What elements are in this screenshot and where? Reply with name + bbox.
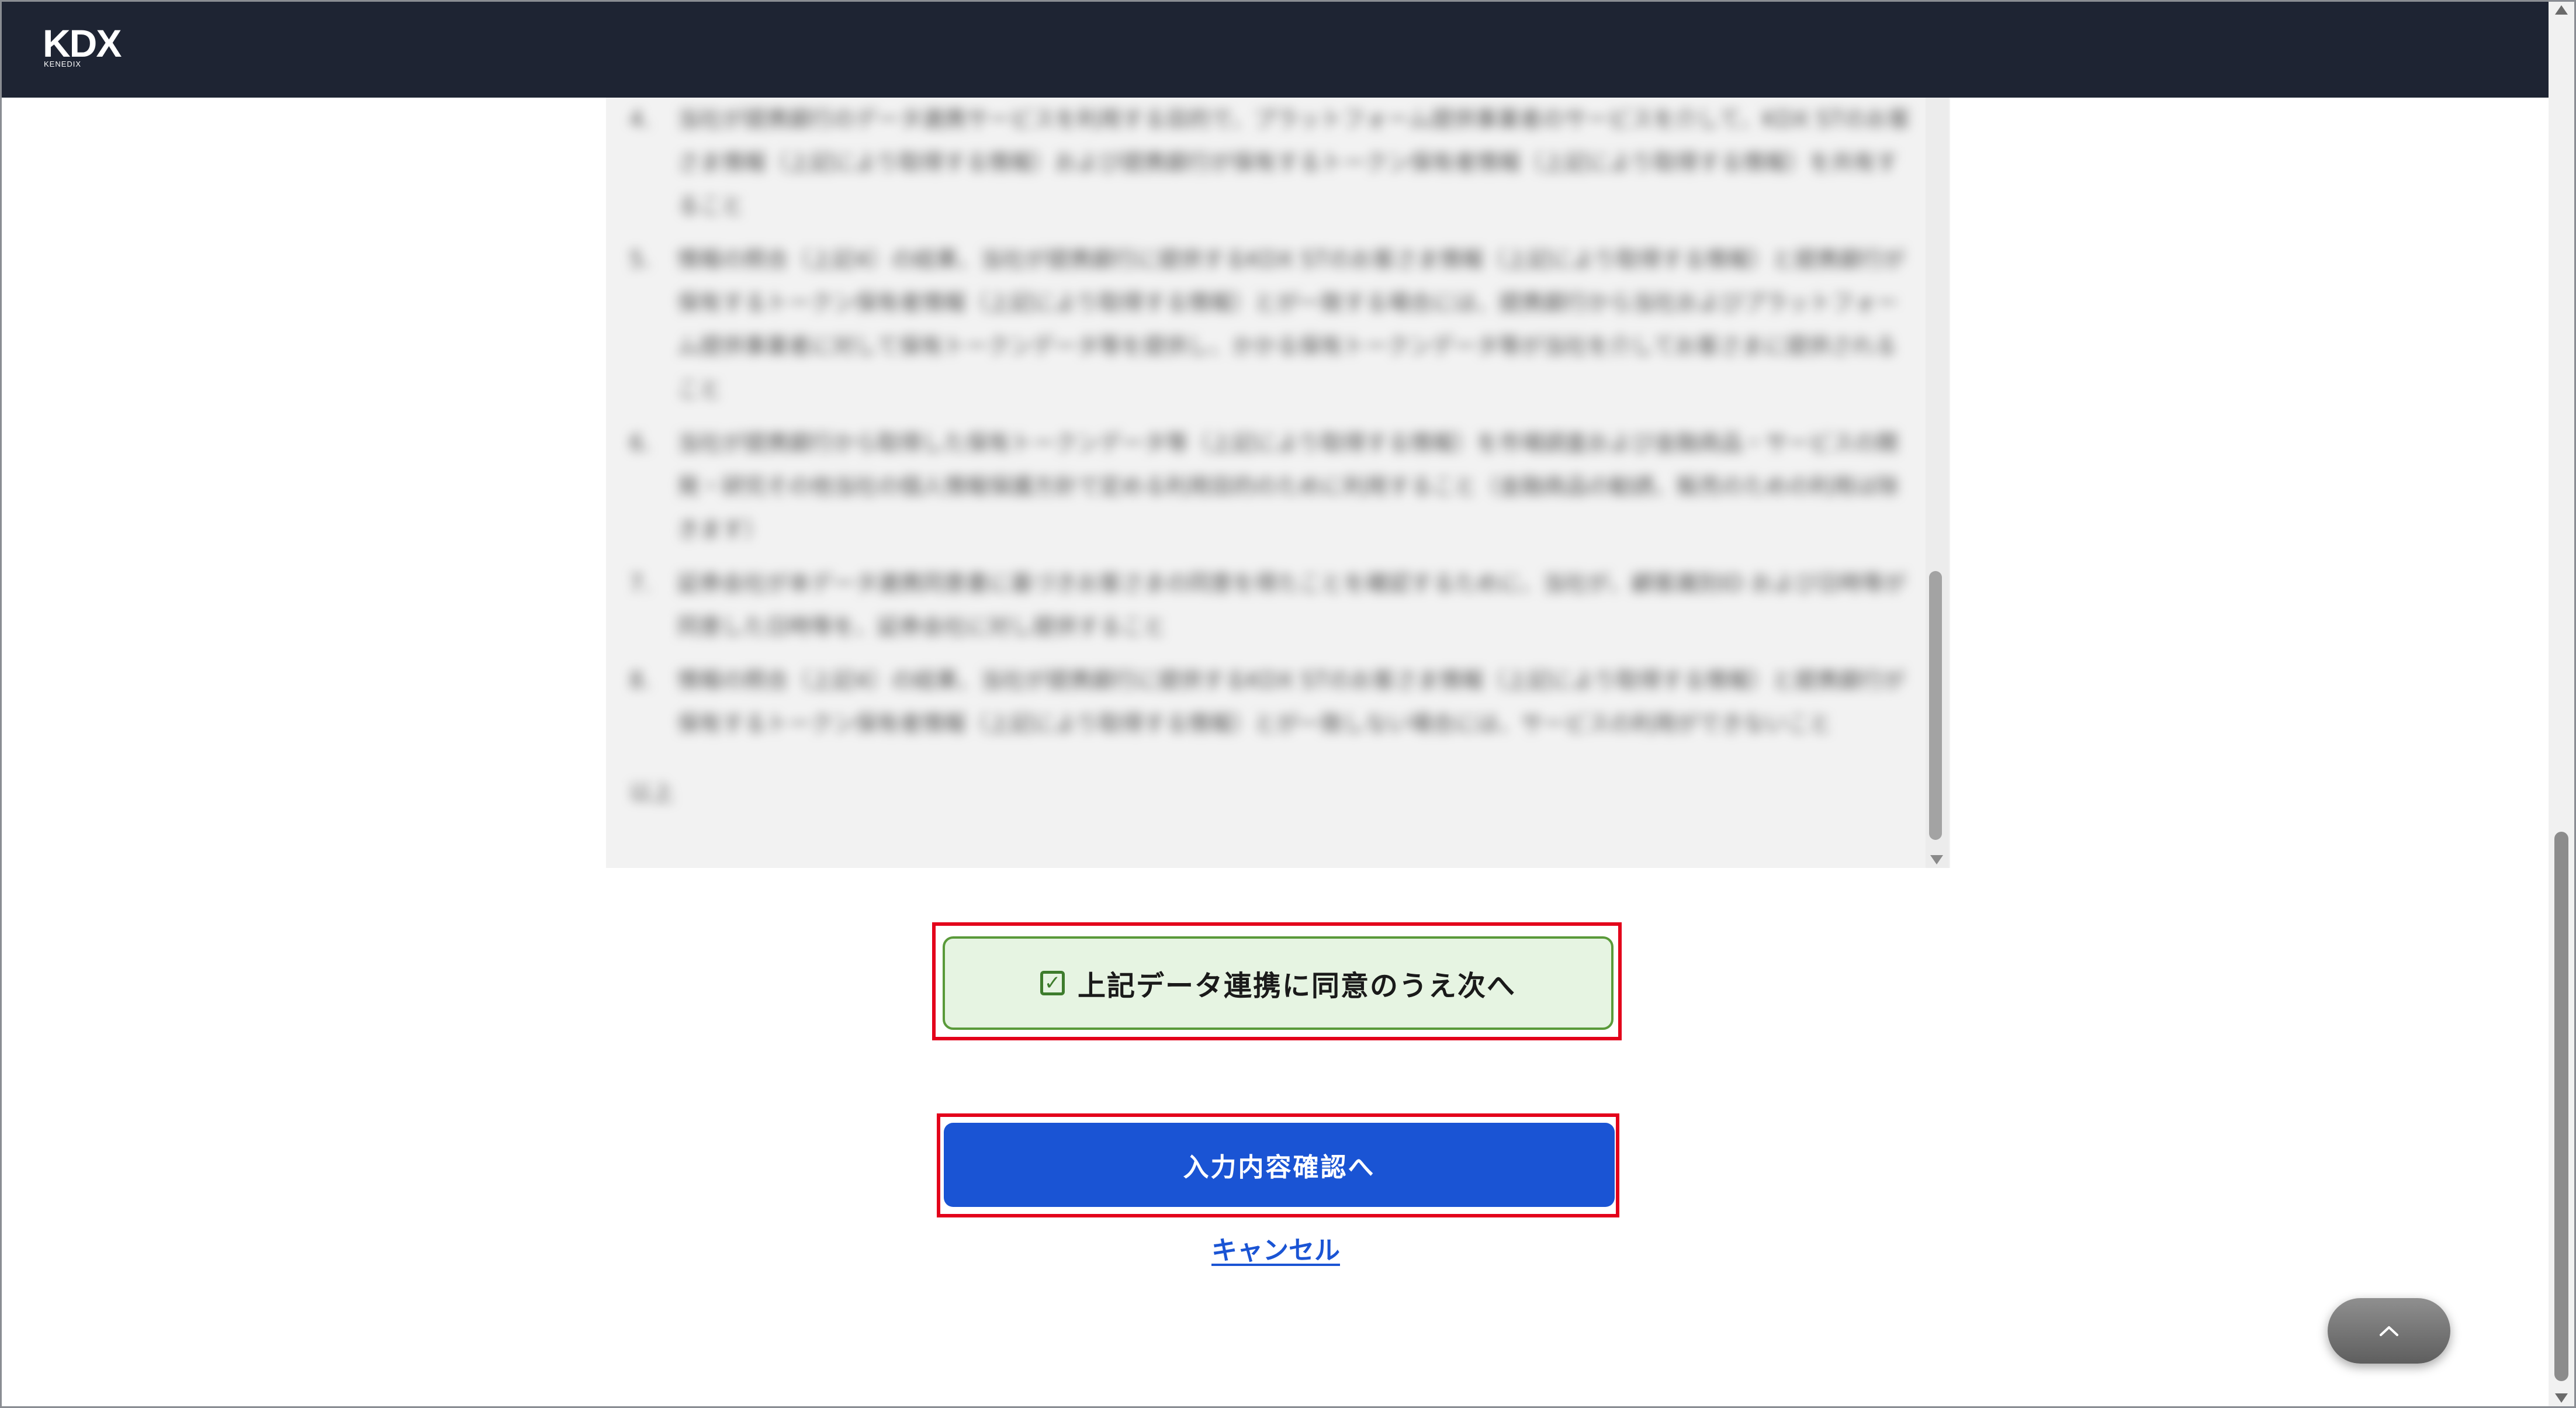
- scroll-up-arrow-icon[interactable]: [2555, 5, 2568, 15]
- page-top-button[interactable]: [2328, 1298, 2450, 1364]
- terms-item: 4. 当社が提携銀行のデータ連携サービスを利用する目的で、プラットフォーム提供事…: [629, 98, 1915, 227]
- terms-item-number: 6.: [629, 430, 651, 456]
- scroll-down-arrow-icon[interactable]: [1930, 855, 1943, 864]
- kdx-logo[interactable]: KDX KENEDIX: [43, 22, 122, 68]
- terms-content: 4. 当社が提携銀行のデータ連携サービスを利用する目的で、プラットフォーム提供事…: [629, 98, 1915, 814]
- terms-item: 5. 情報の照合（上記4）の結果、当社が提携銀行に提供するKDX STのお客さま…: [629, 238, 1915, 411]
- agree-next-button[interactable]: ✓ 上記データ連携に同意のうえ次へ: [943, 936, 1614, 1030]
- agree-button-label: 上記データ連携に同意のうえ次へ: [1077, 970, 1516, 1002]
- chevron-up-icon: [2380, 1326, 2398, 1336]
- logo-text: KDX: [43, 22, 122, 65]
- terms-item-number: 7.: [629, 570, 651, 596]
- terms-item-text: 当社が提携銀行から取得した保有トークンデータ等（上記により取得する情報）を市場調…: [677, 430, 1899, 542]
- checkbox-checked-icon[interactable]: ✓: [1040, 971, 1065, 995]
- terms-scroll-box[interactable]: 4. 当社が提携銀行のデータ連携サービスを利用する目的で、プラットフォーム提供事…: [606, 98, 1950, 868]
- terms-item-text: 情報の照合（上記4）の結果、当社が提携銀行に提供するKDX STのお客さま情報（…: [677, 247, 1906, 402]
- page-scrollbar-thumb[interactable]: [2554, 832, 2568, 1381]
- terms-item: 6. 当社が提携銀行から取得した保有トークンデータ等（上記により取得する情報）を…: [629, 421, 1915, 551]
- terms-end-text: 以上: [629, 780, 674, 805]
- terms-item-text: 当社が提携銀行のデータ連携サービスを利用する目的で、プラットフォーム提供事業者の…: [677, 106, 1910, 219]
- scroll-down-arrow-icon[interactable]: [2555, 1393, 2568, 1403]
- confirm-input-button[interactable]: 入力内容確認へ: [944, 1123, 1615, 1207]
- cancel-link[interactable]: キャンセル: [2, 1229, 2550, 1267]
- terms-item-number: 4.: [629, 106, 651, 132]
- terms-item: 8. 情報の照合（上記4）の結果、当社が提携銀行に提供するKDX STのお客さま…: [629, 659, 1915, 745]
- terms-item-text: 情報の照合（上記4）の結果、当社が提携銀行に提供するKDX STのお客さま情報（…: [677, 667, 1906, 736]
- terms-scrollbar[interactable]: [1926, 98, 1949, 868]
- site-header: KDX KENEDIX: [2, 2, 2549, 98]
- terms-scrollbar-thumb[interactable]: [1929, 571, 1942, 840]
- terms-item-number: 8.: [629, 667, 651, 693]
- terms-item-text: 証券会社が本データ連携同意書に基づきお客さまの同意を得たことを確認するために、当…: [677, 570, 1906, 639]
- page-scrollbar[interactable]: [2549, 2, 2574, 1406]
- terms-item-number: 5.: [629, 247, 651, 272]
- terms-item: 7. 証券会社が本データ連携同意書に基づきお客さまの同意を得たことを確認するため…: [629, 562, 1915, 648]
